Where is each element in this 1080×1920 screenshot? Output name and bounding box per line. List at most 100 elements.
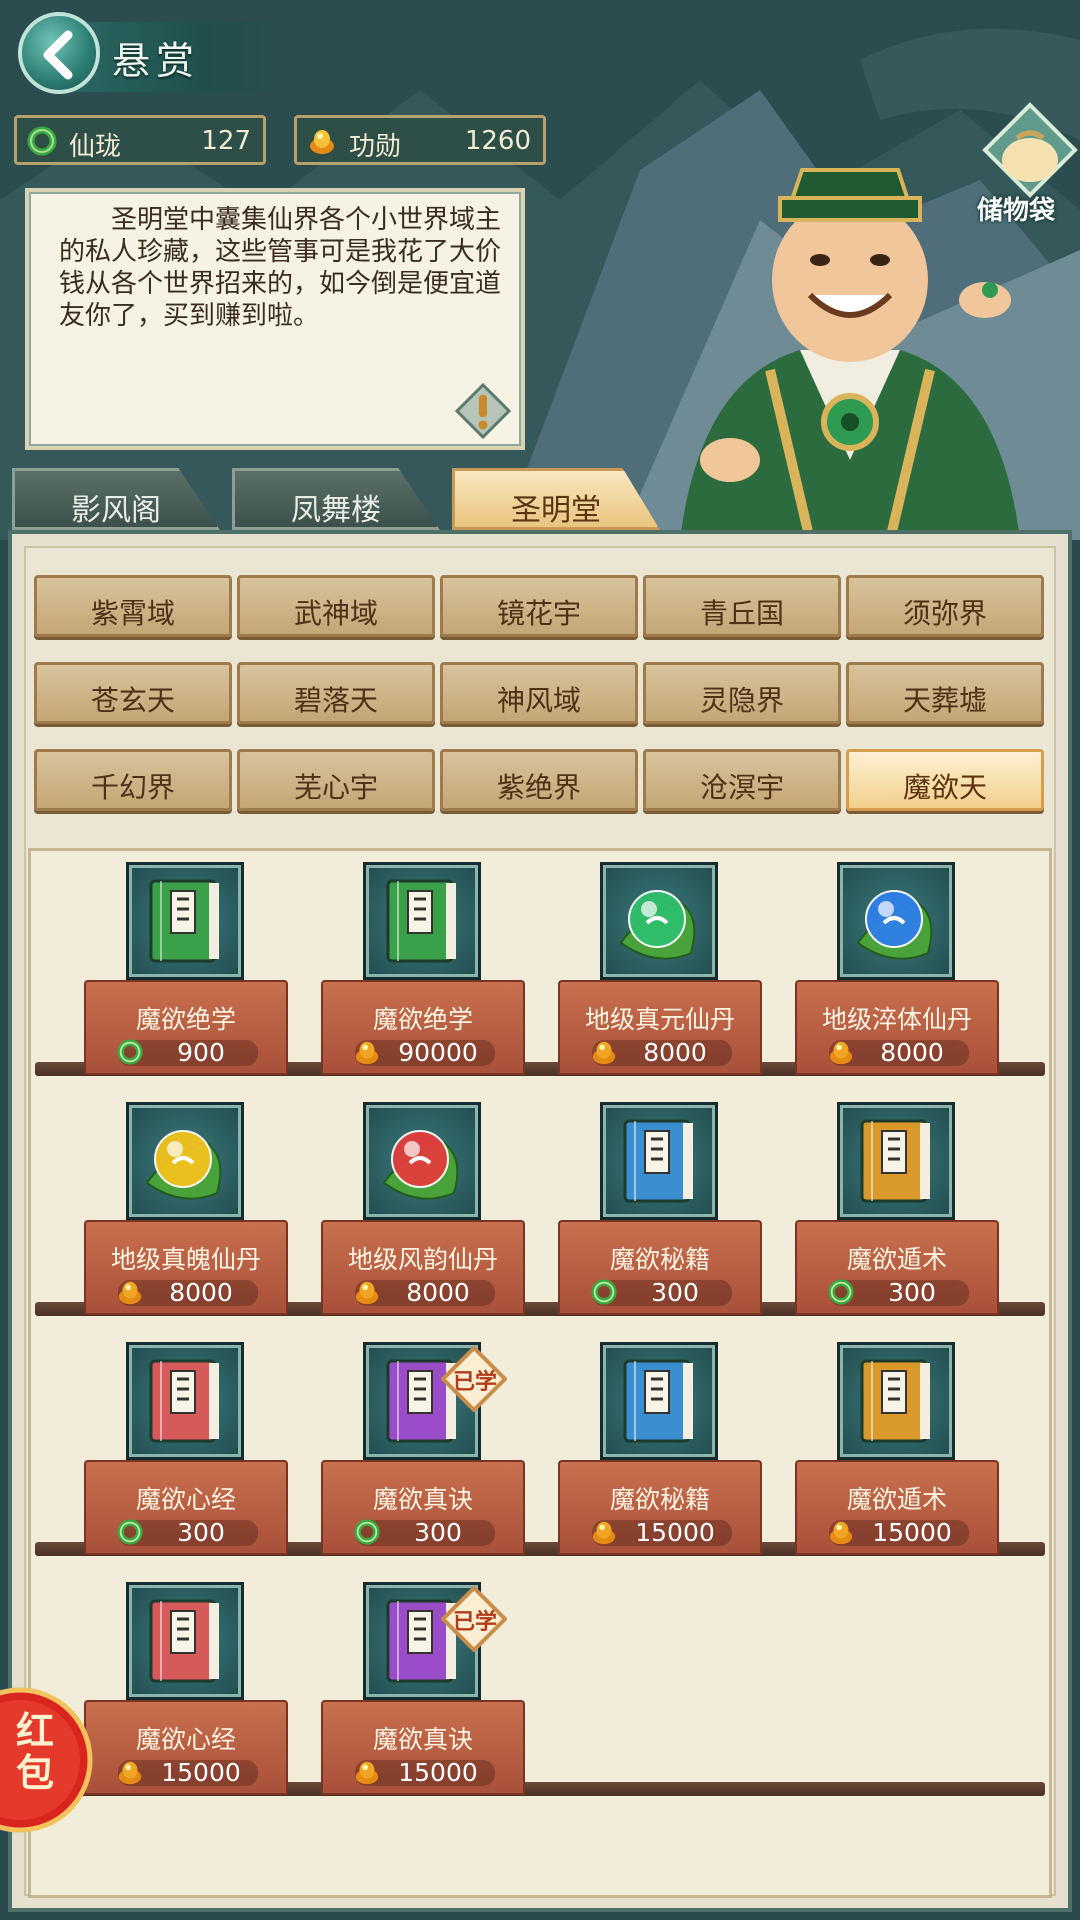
item-plaque: 地级淬体仙丹 8000 xyxy=(795,980,999,1075)
region-button-xumi[interactable]: 须弥界 xyxy=(846,575,1044,637)
region-label: 碧落天 xyxy=(293,684,378,717)
item-name: 魔欲绝学 xyxy=(135,1005,236,1034)
blue-pill-icon xyxy=(837,862,955,980)
green-pill-icon xyxy=(600,862,718,980)
region-label: 须弥界 xyxy=(902,597,987,630)
region-label: 灵隐界 xyxy=(699,684,784,717)
item-plaque: 魔欲真诀 15000 xyxy=(321,1700,525,1795)
item-plaque: 魔欲绝学 900 xyxy=(84,980,288,1075)
item-name: 魔欲真诀 xyxy=(372,1725,473,1754)
item-name: 地级真魄仙丹 xyxy=(110,1245,261,1274)
region-label: 紫霄域 xyxy=(90,597,175,630)
learned-badge-text: 已学 xyxy=(452,1610,497,1635)
item-price: 300 xyxy=(414,1518,462,1547)
item-price: 900 xyxy=(177,1038,225,1067)
shop-item[interactable]: 地级淬体仙丹 8000 xyxy=(795,862,999,1077)
item-name: 地级淬体仙丹 xyxy=(821,1005,972,1034)
currency-gold-value: 1260 xyxy=(464,126,531,156)
jade-ring-icon xyxy=(27,126,57,156)
item-price: 90000 xyxy=(398,1038,478,1067)
item-plaque: 魔欲秘籍 15000 xyxy=(558,1460,762,1555)
item-name: 魔欲遁术 xyxy=(846,1245,947,1274)
region-button-cangming[interactable]: 沧溟宇 xyxy=(643,749,841,811)
item-plaque: 地级真魄仙丹 8000 xyxy=(84,1220,288,1315)
region-label: 紫绝界 xyxy=(496,771,581,804)
region-button-wushen[interactable]: 武神域 xyxy=(237,575,435,637)
currency-gold-label: 功勋 xyxy=(349,132,402,162)
region-button-lingyin[interactable]: 灵隐界 xyxy=(643,662,841,724)
item-plaque: 魔欲心经 300 xyxy=(84,1460,288,1555)
currency-gold: 功勋 1260 xyxy=(294,115,546,165)
shop-item[interactable]: 地级真魄仙丹 8000 xyxy=(84,1102,288,1317)
shop-item[interactable]: 魔欲绝学 90000 xyxy=(321,862,525,1077)
learned-badge-text: 已学 xyxy=(452,1370,497,1395)
item-price: 15000 xyxy=(161,1758,241,1787)
item-plaque: 地级真元仙丹 8000 xyxy=(558,980,762,1075)
tab-label: 圣明堂 xyxy=(511,493,601,528)
region-button-biluo[interactable]: 碧落天 xyxy=(237,662,435,724)
item-name: 魔欲绝学 xyxy=(372,1005,473,1034)
item-name: 地级真元仙丹 xyxy=(584,1005,735,1034)
item-name: 魔欲真诀 xyxy=(372,1485,473,1514)
red-pill-icon xyxy=(363,1102,481,1220)
item-price: 300 xyxy=(177,1518,225,1547)
green-book-icon xyxy=(126,862,244,980)
item-price: 300 xyxy=(651,1278,699,1307)
item-plaque: 魔欲秘籍 300 xyxy=(558,1220,762,1315)
item-plaque: 魔欲遁术 15000 xyxy=(795,1460,999,1555)
shop-item[interactable]: 已学魔欲真诀 300 xyxy=(321,1342,525,1557)
red-book-icon xyxy=(126,1582,244,1700)
item-price: 8000 xyxy=(643,1038,707,1067)
region-button-wuxin[interactable]: 芜心宇 xyxy=(237,749,435,811)
tab-label: 凤舞楼 xyxy=(291,493,381,528)
region-button-zijue[interactable]: 紫绝界 xyxy=(440,749,638,811)
shop-item[interactable]: 魔欲秘籍 15000 xyxy=(558,1342,762,1557)
region-button-tianzang[interactable]: 天葬墟 xyxy=(846,662,1044,724)
item-price: 8000 xyxy=(169,1278,233,1307)
yellow-pill-icon xyxy=(126,1102,244,1220)
region-label: 青丘国 xyxy=(699,597,784,630)
tab-label: 影风阁 xyxy=(71,493,161,528)
region-button-qianhuan[interactable]: 千幻界 xyxy=(34,749,232,811)
shop-item[interactable]: 魔欲心经 300 xyxy=(84,1342,288,1557)
npc-speech-box: 圣明堂中囊集仙界各个小世界域主的私人珍藏，这些管事可是我花了大价钱从各个世界招来… xyxy=(25,188,525,450)
shop-item[interactable]: 魔欲秘籍 300 xyxy=(558,1102,762,1317)
region-label: 天葬墟 xyxy=(902,684,987,717)
item-name: 魔欲心经 xyxy=(135,1485,236,1514)
item-plaque: 魔欲遁术 300 xyxy=(795,1220,999,1315)
region-button-ziyao[interactable]: 紫霄域 xyxy=(34,575,232,637)
region-button-shenfeng[interactable]: 神风域 xyxy=(440,662,638,724)
region-label: 镜花宇 xyxy=(496,597,581,630)
region-button-cangxuan[interactable]: 苍玄天 xyxy=(34,662,232,724)
region-button-jinghua[interactable]: 镜花宇 xyxy=(440,575,638,637)
item-price: 8000 xyxy=(406,1278,470,1307)
currency-jade-value: 127 xyxy=(201,126,251,156)
red-packet-label[interactable]: 红包 xyxy=(10,1710,60,1794)
page-title: 悬赏 xyxy=(112,39,201,83)
item-plaque: 地级风韵仙丹 8000 xyxy=(321,1220,525,1315)
item-price: 15000 xyxy=(872,1518,952,1547)
exclamation-icon[interactable] xyxy=(455,383,511,439)
merchant-npc-portrait xyxy=(680,168,1020,540)
region-button-moyu[interactable]: 魔欲天 xyxy=(846,749,1044,811)
shop-item[interactable]: 魔欲绝学 900 xyxy=(84,862,288,1077)
item-price: 8000 xyxy=(880,1038,944,1067)
gold-ingot-icon xyxy=(310,130,334,154)
region-label: 芜心宇 xyxy=(293,771,378,804)
shop-item[interactable]: 魔欲遁术 300 xyxy=(795,1102,999,1317)
orange-book-icon xyxy=(837,1342,955,1460)
shop-item[interactable]: 魔欲心经 15000 xyxy=(84,1582,288,1797)
shop-item[interactable]: 魔欲遁术 15000 xyxy=(795,1342,999,1557)
shop-item[interactable]: 地级真元仙丹 8000 xyxy=(558,862,762,1077)
item-name: 地级风韵仙丹 xyxy=(347,1245,498,1274)
item-plaque: 魔欲心经 15000 xyxy=(84,1700,288,1795)
region-button-qingqiu[interactable]: 青丘国 xyxy=(643,575,841,637)
region-label: 千幻界 xyxy=(90,771,175,804)
region-label: 神风域 xyxy=(496,684,581,717)
shop-item[interactable]: 地级风韵仙丹 8000 xyxy=(321,1102,525,1317)
npc-speech-text: 圣明堂中囊集仙界各个小世界域主的私人珍藏，这些管事可是我花了大价钱从各个世界招来… xyxy=(59,205,502,331)
shop-item[interactable]: 已学魔欲真诀 15000 xyxy=(321,1582,525,1797)
back-button[interactable] xyxy=(18,12,100,94)
item-plaque: 魔欲真诀 300 xyxy=(321,1460,525,1555)
region-label: 魔欲天 xyxy=(902,771,987,804)
